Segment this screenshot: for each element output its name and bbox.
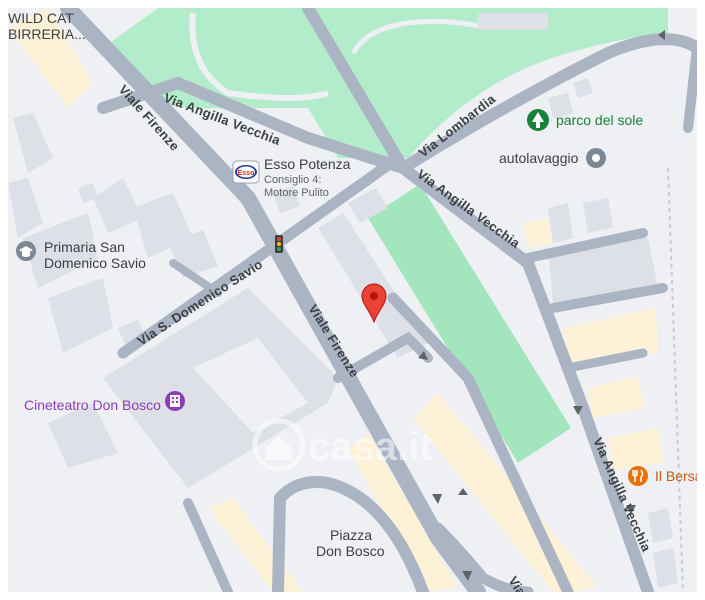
traffic-light-icon — [275, 235, 283, 253]
map-canvas[interactable]: Viale Firenze Viale Firenze Via Via Angi… — [8, 8, 697, 592]
car-wash-icon[interactable] — [586, 148, 606, 168]
poi-esso-sub1: Consiglio 4: — [264, 174, 321, 186]
esso-logo-icon[interactable]: Esso — [232, 160, 260, 184]
poi-parco-del-sole[interactable]: parco del sole — [556, 112, 643, 128]
poi-piazza-line2[interactable]: Don Bosco — [316, 543, 385, 559]
esso-logo-text: Esso — [238, 170, 255, 177]
poi-autolavaggio[interactable]: autolavaggio — [499, 150, 579, 166]
poi-cineteatro[interactable]: Cineteatro Don Bosco — [24, 397, 161, 413]
poi-esso-sub2: Motore Pulito — [264, 187, 329, 199]
poi-esso-name[interactable]: Esso Potenza — [264, 156, 351, 172]
watermark-text: casa.it — [308, 425, 433, 469]
park-tree-icon[interactable] — [527, 109, 549, 131]
poi-primaria-line1[interactable]: Primaria San — [44, 239, 125, 255]
map-svg: Viale Firenze Viale Firenze Via Via Angi… — [8, 8, 697, 592]
map-frame: Viale Firenze Viale Firenze Via Via Angi… — [0, 0, 705, 600]
poi-il-bersa[interactable]: Il Bersa — [655, 468, 697, 484]
poi-wild-cat-line2[interactable]: BIRRERIA... — [8, 26, 86, 42]
poi-piazza-line1[interactable]: Piazza — [330, 527, 372, 543]
restaurant-icon[interactable] — [628, 466, 648, 486]
school-icon[interactable] — [16, 241, 36, 261]
poi-primaria-line2[interactable]: Domenico Savio — [44, 255, 146, 271]
poi-wild-cat-line1[interactable]: WILD CAT — [8, 10, 74, 26]
theater-icon[interactable] — [165, 391, 185, 411]
